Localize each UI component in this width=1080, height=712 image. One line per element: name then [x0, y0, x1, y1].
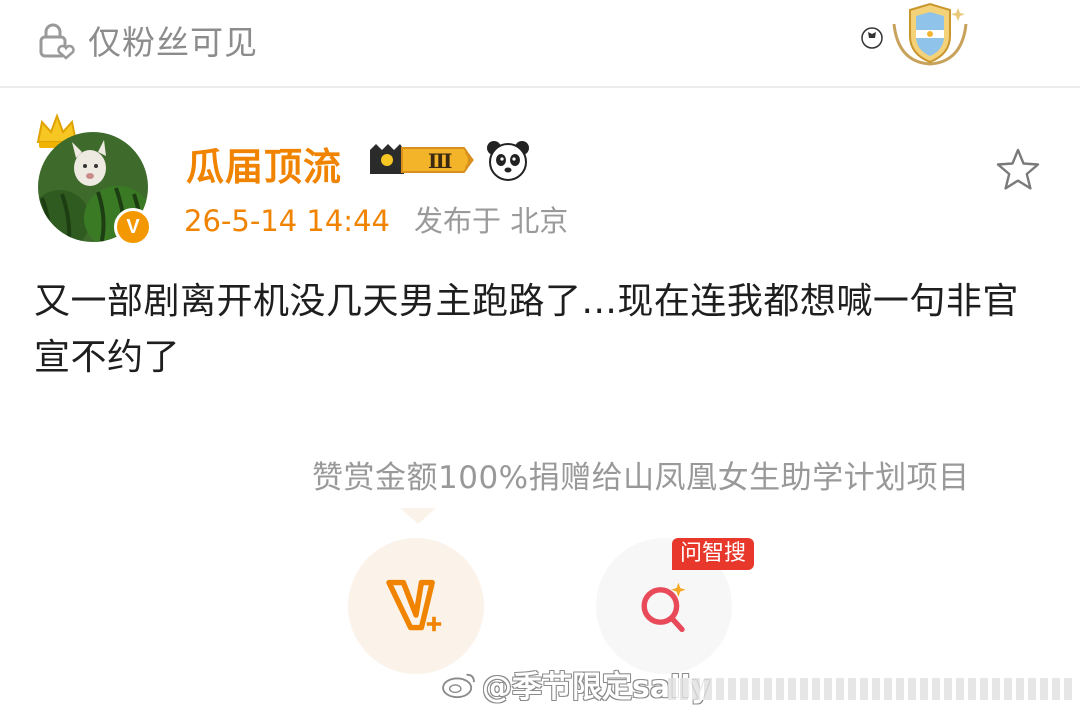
reward-button[interactable]: [348, 538, 484, 674]
user-avatar-block[interactable]: V: [34, 112, 158, 246]
ai-search-tag: 问智搜: [672, 538, 755, 570]
panda-icon: [487, 141, 529, 181]
post-meta: 26-5-14 14:44 发布于 北京: [184, 198, 568, 240]
pointer-triangle: [400, 508, 436, 524]
scroll-fade: [668, 678, 1072, 700]
post-timestamp: 26-5-14 14:44: [184, 204, 390, 238]
top-bar: 仅粉丝可见: [0, 0, 1080, 88]
verified-badge: V: [114, 208, 152, 246]
username[interactable]: 瓜届顶流: [186, 136, 342, 191]
post-text: 又一部剧离开机没几天男主跑路了...现在连我都想喊一句非官宣不约了: [34, 281, 1019, 378]
star-outline-icon[interactable]: [994, 146, 1042, 194]
lock-heart-icon: [39, 23, 75, 60]
post-location: 发布于 北京: [413, 204, 569, 238]
vip-level-badge: Ⅲ: [370, 144, 474, 174]
team-medal-icon: [861, 2, 968, 66]
visibility-indicator: 仅粉丝可见: [36, 18, 258, 62]
v-plus-icon: [386, 579, 442, 632]
weibo-logo-icon: [442, 673, 475, 699]
visibility-label: 仅粉丝可见: [88, 23, 258, 62]
reward-note: 赞赏金额100%捐赠给山凤凰女生助学计划项目: [312, 460, 970, 496]
ai-search-icon: [641, 582, 686, 633]
vip-level-text: Ⅲ: [428, 149, 452, 173]
